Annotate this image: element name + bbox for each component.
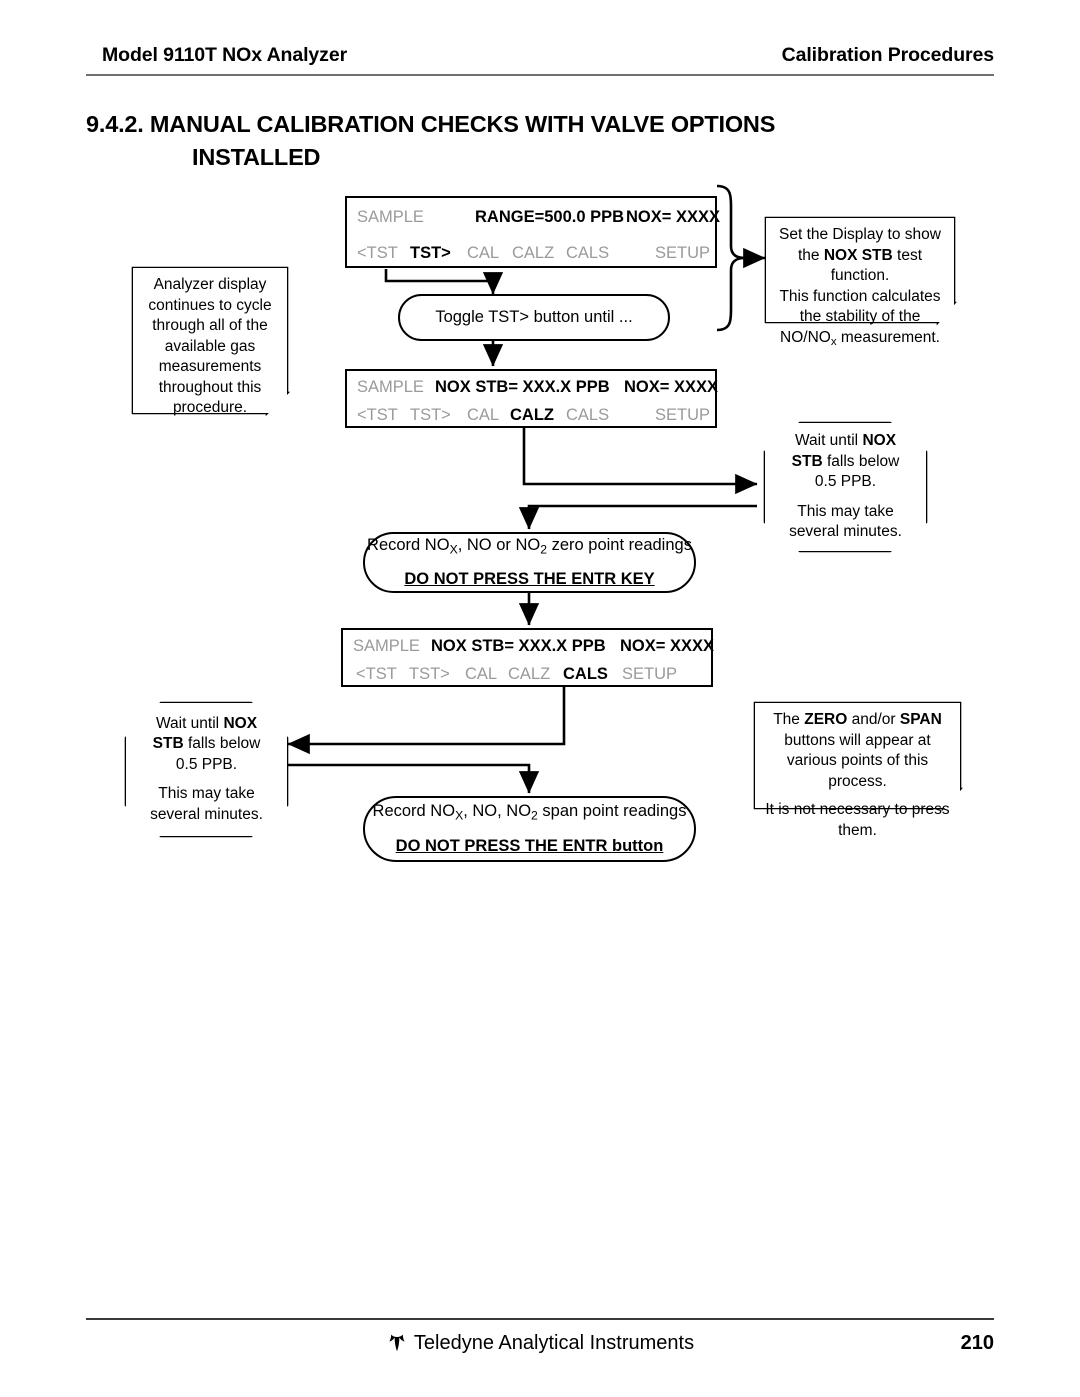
step-record-zero-warning: DO NOT PRESS THE ENTR KEY: [404, 570, 655, 589]
analyzer-display-panel-cals[interactable]: SAMPLE NOX STB= XXX.X PPB NOX= XXXX <TST…: [341, 628, 714, 689]
note-set-display-text: Set the Display to show the NOX STB test…: [766, 218, 954, 352]
footer-rule: [86, 1318, 994, 1320]
footer-company-block: Teledyne Analytical Instruments: [86, 1332, 994, 1358]
softkey-calz[interactable]: CALZ: [508, 663, 550, 685]
softkey-cal[interactable]: CAL: [467, 404, 499, 426]
note-zero-span-p1c: buttons will appear at various points of…: [784, 731, 931, 790]
teledyne-logo-icon: [386, 1332, 408, 1358]
softkey-tst-next[interactable]: TST>: [410, 242, 451, 264]
note-set-display: Set the Display to show the NOX STB test…: [766, 218, 954, 348]
callout-wait-left-para-2: This may take several minutes.: [150, 785, 263, 823]
callout-wait-nox-stb-right: Wait until NOX STB falls below 0.5 PPB. …: [765, 423, 926, 551]
note-zero-span-text: The ZERO and/or SPAN buttons will appear…: [755, 703, 960, 841]
softkey-setup[interactable]: SETUP: [655, 404, 710, 426]
softkey-tst-prev[interactable]: <TST: [357, 242, 398, 264]
document-page: Model 9110T NOx Analyzer Calibration Pro…: [0, 0, 1080, 1397]
note-zero-span-p1a: The: [773, 711, 805, 728]
panel-row-status: SAMPLE NOX STB= XXX.X PPB NOX= XXXX: [347, 376, 718, 402]
panel-reading-label: RANGE=500.0 PPB: [475, 208, 625, 226]
note-zero-span-para-1: The ZERO and/or SPAN buttons will appear…: [764, 710, 951, 792]
panel-status-label: SAMPLE: [357, 378, 424, 396]
footer-company-name: Teledyne Analytical Instruments: [413, 1332, 695, 1354]
callout-wait-nox-stb-left: Wait until NOX STB falls below 0.5 PPB. …: [126, 703, 287, 836]
note-zero-span-buttons: The ZERO and/or SPAN buttons will appear…: [755, 703, 960, 839]
panel-reading-label: NOX STB= XXX.X PPB: [431, 637, 606, 655]
softkey-tst-prev[interactable]: <TST: [356, 663, 397, 685]
panel-nox-label: NOX= XXXX: [620, 637, 714, 655]
panel-reading-label: NOX STB= XXX.X PPB: [435, 378, 610, 396]
step-record-span-line-1: Record NOX, NO, NO2 span point readings: [372, 802, 687, 823]
softkey-cals[interactable]: CALS: [563, 663, 608, 685]
step-toggle-label: Toggle TST> button until ...: [435, 308, 633, 326]
analyzer-display-panel-calz[interactable]: SAMPLE NOX STB= XXX.X PPB NOX= XXXX <TST…: [345, 369, 718, 430]
callout-wait-left-p1a: Wait until: [155, 714, 224, 732]
softkey-calz[interactable]: CALZ: [512, 242, 554, 264]
step-toggle-tst: Toggle TST> button until ...: [398, 294, 670, 341]
callout-wait-right-para-2: This may take several minutes.: [789, 502, 902, 541]
note-set-display-p1b: NOX STB: [823, 246, 893, 264]
note-set-display-para-1: Set the Display to show the NOX STB test…: [775, 225, 945, 287]
step-record-zero-line-1: Record NOX, NO or NO2 zero point reading…: [367, 535, 692, 557]
note-zero-span-span-label: SPAN: [899, 711, 942, 728]
footer-page-number: 210: [960, 1332, 994, 1354]
callout-wait-left-p1c: falls below 0.5 PPB.: [175, 735, 261, 773]
panel-status-label: SAMPLE: [353, 637, 420, 655]
panel-status-label: SAMPLE: [357, 208, 424, 226]
wire-calz-to-wait-right: [522, 428, 758, 495]
callout-wait-right-p1c: falls below 0.5 PPB.: [814, 452, 900, 491]
softkey-calz[interactable]: CALZ: [510, 404, 554, 426]
panel-nox-label: NOX= XXXX: [626, 208, 720, 226]
callout-wait-left-text: Wait until NOX STB falls below 0.5 PPB. …: [126, 714, 287, 826]
wire-range-to-toggle: [384, 269, 504, 295]
softkey-tst-prev[interactable]: <TST: [357, 404, 398, 426]
note-analyzer-display: Analyzer display continues to cycle thro…: [133, 268, 287, 416]
wire-wait-left-to-record-span: [288, 763, 540, 794]
softkey-cal[interactable]: CAL: [465, 663, 497, 685]
softkey-tst-next[interactable]: TST>: [409, 663, 450, 685]
panel-row-softkeys: <TST TST> CAL CALZ CALS SETUP: [343, 663, 711, 689]
note-zero-span-p1b: and/or: [847, 711, 900, 728]
panel-row-status: SAMPLE RANGE=500.0 PPB NOX= XXXX: [347, 206, 720, 232]
note-zero-span-zero-label: ZERO: [804, 711, 848, 728]
step-record-zero-readings: Record NOX, NO or NO2 zero point reading…: [363, 532, 696, 593]
callout-wait-left-para-1: Wait until NOX STB falls below 0.5 PPB.: [140, 714, 273, 776]
callout-wait-right-para-1: Wait until NOX STB falls below 0.5 PPB.: [779, 431, 912, 493]
note-set-display-para-2: This function calculates the stability o…: [775, 287, 945, 353]
softkey-cal[interactable]: CAL: [467, 242, 499, 264]
softkey-setup[interactable]: SETUP: [655, 242, 710, 264]
panel-row-status: SAMPLE NOX STB= XXX.X PPB NOX= XXXX: [343, 635, 714, 661]
note-zero-span-para-2: It is not necessary to press them.: [765, 801, 950, 839]
step-record-span-readings: Record NOX, NO, NO2 span point readings …: [363, 796, 696, 862]
analyzer-display-panel-range[interactable]: SAMPLE RANGE=500.0 PPB NOX= XXXX <TST TS…: [345, 196, 720, 268]
softkey-cals[interactable]: CALS: [566, 404, 609, 426]
softkey-cals[interactable]: CALS: [566, 242, 609, 264]
page-footer: Teledyne Analytical Instruments 210: [86, 1318, 994, 1378]
callout-wait-right-text: Wait until NOX STB falls below 0.5 PPB. …: [765, 431, 926, 543]
panel-nox-label: NOX= XXXX: [624, 378, 718, 396]
callout-wait-right-p1a: Wait until: [794, 432, 863, 450]
note-set-display-p2b: measurement.: [836, 328, 940, 346]
wire-brace-upper-panels: [716, 184, 746, 332]
note-analyzer-display-text: Analyzer display continues to cycle thro…: [148, 276, 272, 416]
panel-row-softkeys: <TST TST> CAL CALZ CALS SETUP: [347, 242, 715, 268]
calibration-flow-diagram: SAMPLE RANGE=500.0 PPB NOX= XXXX <TST TS…: [0, 0, 1080, 1397]
wire-cals-to-wait-left: [287, 687, 566, 755]
panel-row-softkeys: <TST TST> CAL CALZ CALS SETUP: [347, 404, 715, 430]
step-record-span-warning: DO NOT PRESS THE ENTR button: [395, 836, 664, 855]
wire-wait-right-to-record-zero: [518, 504, 757, 530]
softkey-tst-next[interactable]: TST>: [410, 404, 451, 426]
softkey-setup[interactable]: SETUP: [622, 663, 677, 685]
